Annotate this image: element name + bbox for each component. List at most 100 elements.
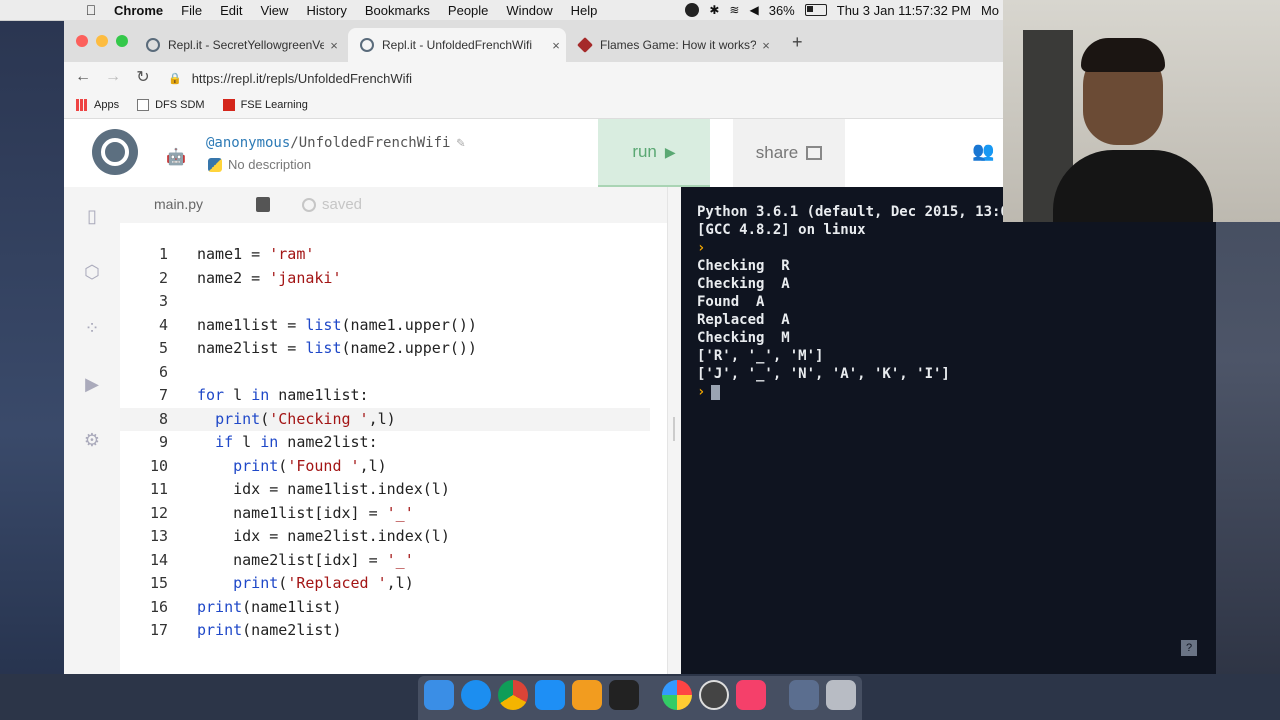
safari-icon[interactable] — [461, 680, 491, 710]
bookmark-dfs-sdm[interactable]: DFS SDM — [137, 99, 205, 111]
menubar-user[interactable]: Mo — [981, 3, 999, 18]
tab-close-icon[interactable]: × — [324, 38, 344, 53]
code-line[interactable]: 16 print(name1list) — [120, 596, 650, 619]
photos-icon[interactable] — [662, 680, 692, 710]
close-window-button[interactable] — [76, 35, 88, 47]
menubar-clock[interactable]: Thu 3 Jan 11:57:32 PM — [837, 3, 971, 18]
code-line[interactable]: 11 idx = name1list.index(l) — [120, 478, 650, 501]
menu-file[interactable]: File — [181, 3, 202, 18]
code-editor[interactable]: 1 name1 = 'ram' 2 name2 = 'janaki' 3 4 name1li… — [120, 223, 715, 674]
replit-logo[interactable] — [92, 129, 138, 175]
multiplayer-icon[interactable]: 👥 — [972, 141, 994, 162]
tab-close-icon[interactable]: × — [546, 38, 566, 53]
line-text[interactable]: for l in name1list: — [197, 384, 369, 407]
minimize-window-button[interactable] — [96, 35, 108, 47]
menu-view[interactable]: View — [260, 3, 288, 18]
run-button[interactable]: run ▶ — [598, 119, 710, 188]
pane-divider[interactable] — [667, 187, 682, 674]
repl-title[interactable]: @anonymous/UnfoldedFrenchWifi ✎ — [206, 135, 465, 151]
code-line[interactable]: 7 for l in name1list: — [120, 384, 650, 407]
packages-icon[interactable]: ⬡ — [81, 261, 103, 283]
debugger-icon[interactable]: ▶ — [81, 373, 103, 395]
line-text[interactable]: name1 = 'ram' — [197, 243, 314, 266]
wifi-icon[interactable]: ≋ — [729, 3, 739, 17]
code-line[interactable]: 4 name1list = list(name1.upper()) — [120, 314, 650, 337]
repl-owner[interactable]: @anonymous — [206, 135, 290, 151]
files-icon[interactable]: ▯ — [81, 205, 103, 227]
zoom-window-button[interactable] — [116, 35, 128, 47]
bluetooth-icon[interactable]: ✱ — [709, 3, 719, 17]
code-line[interactable]: 17 print(name2list) — [120, 619, 650, 642]
code-line[interactable]: 15 print('Replaced ',l) — [120, 572, 650, 595]
itunes-icon[interactable] — [736, 680, 766, 710]
address-bar[interactable]: 🔒 https://repl.it/repls/UnfoldedFrenchWi… — [168, 66, 988, 90]
help-button[interactable]: ? — [1181, 640, 1197, 656]
trash-icon[interactable] — [826, 680, 856, 710]
code-line[interactable]: 3 — [120, 290, 650, 313]
bookmark-apps[interactable]: Apps — [76, 99, 119, 111]
code-line[interactable]: 6 — [120, 361, 650, 384]
tab-close-icon[interactable]: × — [756, 38, 776, 53]
line-text[interactable]: name2 = 'janaki' — [197, 267, 342, 290]
line-text[interactable]: name1list[idx] = '_' — [197, 502, 414, 525]
robot-icon[interactable]: 🤖 — [166, 147, 186, 167]
line-text[interactable]: name2list[idx] = '_' — [197, 549, 414, 572]
code-line[interactable]: 2 name2 = 'janaki' — [120, 267, 650, 290]
line-text[interactable]: name2list = list(name2.upper()) — [197, 337, 477, 360]
line-text[interactable]: idx = name1list.index(l) — [197, 478, 450, 501]
terminal-icon[interactable] — [609, 680, 639, 710]
finder-icon[interactable] — [424, 680, 454, 710]
menu-people[interactable]: People — [448, 3, 488, 18]
menu-bookmarks[interactable]: Bookmarks — [365, 3, 430, 18]
code-line[interactable]: 12 name1list[idx] = '_' — [120, 502, 650, 525]
chrome-icon[interactable] — [498, 680, 528, 710]
tab-secretyellowgreen[interactable]: Repl.it - SecretYellowgreenVer × — [134, 28, 344, 62]
divider-grip[interactable] — [673, 417, 675, 441]
line-text[interactable]: print('Found ',l) — [197, 455, 387, 478]
bookmark-fse-learning[interactable]: FSE Learning — [222, 99, 308, 111]
back-button[interactable]: ← — [68, 68, 98, 86]
collaborators-icon[interactable]: ⁘ — [81, 317, 103, 339]
file-tab-main[interactable]: main.py — [154, 196, 203, 212]
share-button[interactable]: share — [733, 119, 845, 187]
menu-history[interactable]: History — [306, 3, 346, 18]
line-text[interactable]: print('Checking ',l) — [197, 408, 396, 431]
code-line[interactable]: 10 print('Found ',l) — [120, 455, 650, 478]
line-text[interactable]: if l in name2list: — [197, 431, 378, 454]
code-line[interactable]: 9 if l in name2list: — [120, 431, 650, 454]
apple-icon[interactable]:  — [80, 2, 102, 18]
volume-icon[interactable]: ◀ — [749, 3, 758, 17]
tab-unfoldedfrenchwifi[interactable]: Repl.it - UnfoldedFrenchWifi × — [348, 28, 566, 62]
obs-icon[interactable] — [699, 680, 729, 710]
line-text[interactable]: print(name1list) — [197, 596, 342, 619]
reload-button[interactable]: ↻ — [128, 67, 158, 87]
line-text[interactable]: idx = name2list.index(l) — [197, 525, 450, 548]
sublime-text-icon[interactable] — [572, 680, 602, 710]
console-input-line[interactable]: › — [697, 384, 721, 400]
console-pane[interactable]: Python 3.6.1 (default, Dec 2015, 13:05:1… — [681, 187, 1003, 674]
menu-app-name[interactable]: Chrome — [114, 3, 163, 18]
file-list-icon[interactable] — [256, 197, 270, 212]
code-line[interactable]: 1 name1 = 'ram' — [120, 243, 650, 266]
line-text[interactable]: print('Replaced ',l) — [197, 572, 414, 595]
code-line[interactable]: 14 name2list[idx] = '_' — [120, 549, 650, 572]
code-line[interactable]: 8 print('Checking ',l) — [120, 407, 650, 431]
battery-percent[interactable]: 36% — [769, 3, 795, 18]
line-text[interactable]: name1list = list(name1.upper()) — [197, 314, 477, 337]
menu-edit[interactable]: Edit — [220, 3, 242, 18]
forward-button[interactable]: → — [98, 68, 128, 86]
pencil-icon[interactable]: ✎ — [456, 135, 464, 151]
settings-gear-icon[interactable]: ⚙ — [81, 429, 103, 451]
new-tab-button[interactable]: + — [792, 32, 803, 53]
app-store-icon[interactable] — [535, 680, 565, 710]
line-text[interactable]: print(name2list) — [197, 619, 342, 642]
battery-icon[interactable] — [804, 4, 827, 16]
tab-flames-game[interactable]: Flames Game: How it works? × — [566, 28, 776, 62]
repl-name[interactable]: UnfoldedFrenchWifi — [299, 135, 451, 151]
screen-record-icon[interactable] — [685, 3, 700, 17]
downloads-folder-icon[interactable] — [789, 680, 819, 710]
code-line[interactable]: 13 idx = name2list.index(l) — [120, 525, 650, 548]
menu-window[interactable]: Window — [506, 3, 552, 18]
menu-help[interactable]: Help — [571, 3, 598, 18]
code-line[interactable]: 5 name2list = list(name2.upper()) — [120, 337, 650, 360]
